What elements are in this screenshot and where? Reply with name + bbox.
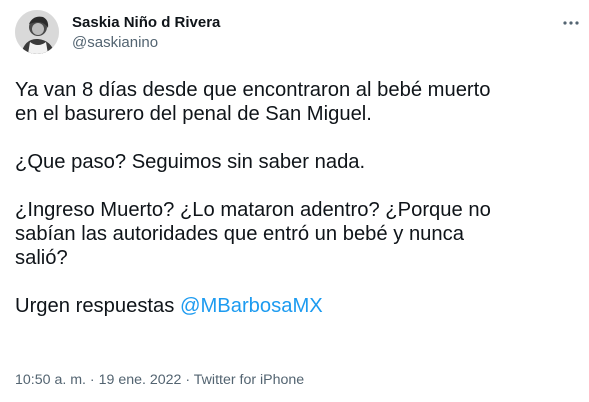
more-options-button[interactable]	[560, 12, 582, 34]
meta-separator-2: ·	[181, 372, 194, 388]
author-display-name[interactable]: Saskia Niño d Rivera	[72, 14, 220, 32]
tweet-meta: 10:50 a. m. · 19 ene. 2022 · Twitter for…	[15, 371, 304, 389]
avatar[interactable]	[15, 10, 59, 54]
more-horizontal-icon	[563, 21, 579, 25]
user-avatar-icon	[15, 10, 59, 54]
tweet-card: Saskia Niño d Rivera @saskianino Ya van …	[0, 0, 589, 402]
tweet-paragraph-1: Ya van 8 días desde que encontraron al b…	[15, 79, 491, 125]
meta-separator: ·	[85, 372, 99, 388]
tweet-client[interactable]: Twitter for iPhone	[194, 372, 304, 388]
tweet-time[interactable]: 10:50 a. m.	[15, 372, 86, 388]
author-handle[interactable]: @saskianino	[72, 34, 158, 52]
tweet-paragraph-3: ¿Ingreso Muerto? ¿Lo mataron adentro? ¿P…	[15, 199, 491, 269]
tweet-text: Ya van 8 días desde que encontraron al b…	[15, 78, 575, 318]
tweet-paragraph-4: Urgen respuestas	[15, 295, 180, 317]
tweet-paragraph-2: ¿Que paso? Seguimos sin saber nada.	[15, 151, 366, 173]
tweet-date[interactable]: 19 ene. 2022	[99, 372, 182, 388]
mention-link[interactable]: @MBarbosaMX	[180, 295, 323, 317]
